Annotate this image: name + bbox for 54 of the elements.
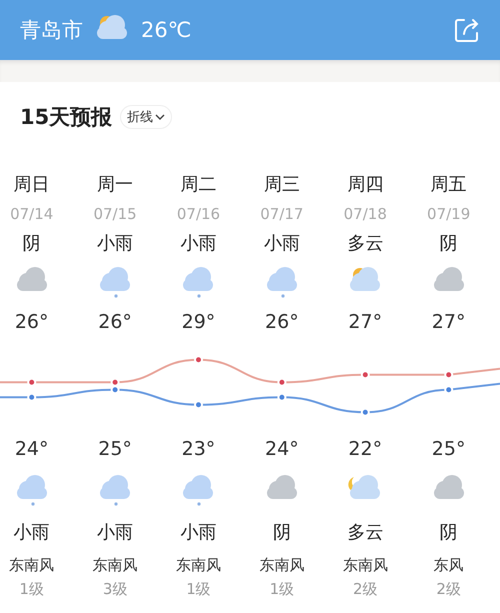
date-label: 07/17 xyxy=(259,204,304,225)
high-temperature: 26° xyxy=(97,310,133,335)
night-condition: 小雨 xyxy=(96,521,134,545)
wind-level: 3级 xyxy=(102,579,128,600)
city-name: 青岛市 xyxy=(20,17,83,44)
wind-level: 2级 xyxy=(435,579,462,600)
high-temperature: 26° xyxy=(14,310,50,335)
wind-level: 2级 xyxy=(352,579,379,600)
wind-direction: 东南风 xyxy=(174,555,222,576)
wind-level: 1级 xyxy=(185,579,212,600)
low-temperature: 23° xyxy=(180,437,216,462)
date-label: 07/19 xyxy=(426,204,472,225)
day-condition: 多云 xyxy=(346,232,384,256)
night-condition: 小雨 xyxy=(12,521,51,545)
high-temperature: 27° xyxy=(347,310,384,335)
day-condition: 小雨 xyxy=(262,232,301,256)
wind-direction: 东风 xyxy=(432,555,465,576)
wind-level: 1级 xyxy=(18,579,45,600)
high-temperature: 29° xyxy=(180,310,216,335)
current-temperature: 26℃ xyxy=(141,18,192,42)
date-label: 07/18 xyxy=(342,204,388,225)
forecast-title: 15天预报 xyxy=(20,104,112,131)
low-temperature: 25° xyxy=(430,437,466,462)
wind-direction: 东南风 xyxy=(92,555,139,576)
weekday-label: 周五 xyxy=(430,173,468,197)
weekday-label: 周日 xyxy=(12,173,51,197)
wind-direction: 东南风 xyxy=(258,555,306,576)
weekday-label: 周一 xyxy=(96,173,134,197)
night-condition: 阴 xyxy=(438,521,459,545)
night-condition: 小雨 xyxy=(179,521,218,545)
low-temperature: 22° xyxy=(347,437,384,462)
wind-direction: 东南风 xyxy=(8,555,56,576)
date-label: 07/16 xyxy=(176,204,222,225)
low-temperature: 25° xyxy=(97,437,133,462)
night-condition: 阴 xyxy=(272,521,292,545)
day-condition: 阴 xyxy=(438,232,459,256)
day-condition: 小雨 xyxy=(96,232,134,256)
date-label: 07/14 xyxy=(9,204,54,225)
wind-level: 1级 xyxy=(268,579,296,600)
share-icon[interactable] xyxy=(454,17,480,43)
view-dropdown[interactable]: 折线 xyxy=(120,105,172,129)
high-temperature: 27° xyxy=(430,310,466,335)
weekday-label: 周二 xyxy=(179,173,218,197)
weekday-label: 周三 xyxy=(262,173,301,197)
day-condition: 阴 xyxy=(22,232,42,256)
weekday-label: 周四 xyxy=(346,173,384,197)
day-condition: 小雨 xyxy=(179,232,218,256)
high-temperature: 26° xyxy=(264,310,300,335)
low-temperature: 24° xyxy=(264,437,300,462)
wind-direction: 东南风 xyxy=(342,555,389,576)
chevron-down-icon xyxy=(155,113,166,121)
night-condition: 多云 xyxy=(346,521,384,545)
date-label: 07/15 xyxy=(92,204,138,225)
low-temperature: 24° xyxy=(14,437,50,462)
